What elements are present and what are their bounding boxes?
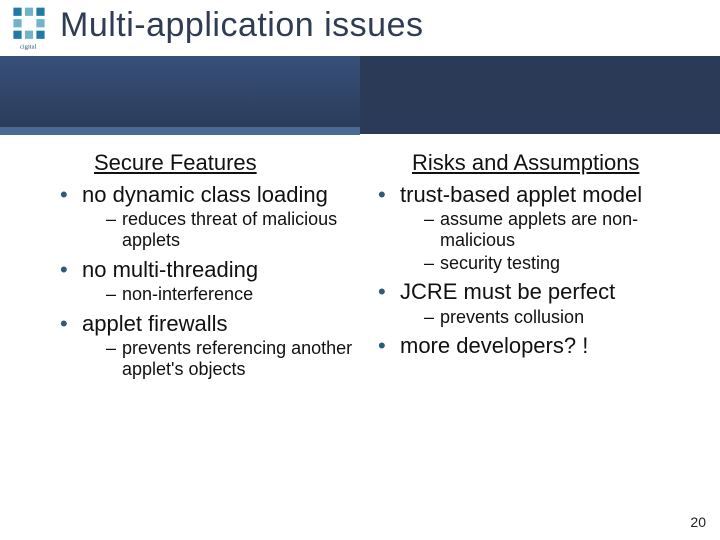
list-item: trust-based applet model assume applets … (378, 182, 678, 273)
header-band-accent (0, 56, 360, 134)
list-item: applet firewalls prevents referencing an… (60, 311, 360, 380)
right-list: trust-based applet model assume applets … (378, 182, 678, 359)
header-band-underline (0, 127, 360, 135)
left-list: no dynamic class loading reduces threat … (60, 182, 360, 379)
brand-name: cigital (20, 44, 37, 51)
sub-item: assume applets are non-malicious (424, 209, 678, 250)
cigital-logo-icon: cigital (6, 6, 52, 52)
bullet-text: more developers? ! (400, 333, 588, 358)
sub-item: prevents collusion (424, 307, 678, 328)
right-column: Risks and Assumptions trust-based applet… (378, 150, 678, 470)
right-heading: Risks and Assumptions (412, 150, 678, 176)
bullet-text: no dynamic class loading (82, 182, 328, 207)
page-number: 20 (690, 514, 706, 530)
sub-item: security testing (424, 253, 678, 274)
bullet-text: no multi-threading (82, 257, 258, 282)
bullet-text: applet firewalls (82, 311, 228, 336)
list-item: no dynamic class loading reduces threat … (60, 182, 360, 251)
content-columns: Secure Features no dynamic class loading… (60, 150, 700, 470)
list-item: more developers? ! (378, 333, 678, 358)
left-column: Secure Features no dynamic class loading… (60, 150, 360, 470)
list-item: JCRE must be perfect prevents collusion (378, 279, 678, 327)
list-item: no multi-threading non-interference (60, 257, 360, 305)
left-heading: Secure Features (94, 150, 360, 176)
slide: cigital Multi-application issues Secure … (0, 0, 720, 540)
sub-item: reduces threat of malicious applets (106, 209, 360, 250)
slide-title: Multi-application issues (60, 6, 424, 45)
sub-item: prevents referencing another applet's ob… (106, 338, 360, 379)
bullet-text: JCRE must be perfect (400, 279, 615, 304)
brand-logo: cigital (6, 6, 52, 56)
sub-item: non-interference (106, 284, 360, 305)
bullet-text: trust-based applet model (400, 182, 642, 207)
